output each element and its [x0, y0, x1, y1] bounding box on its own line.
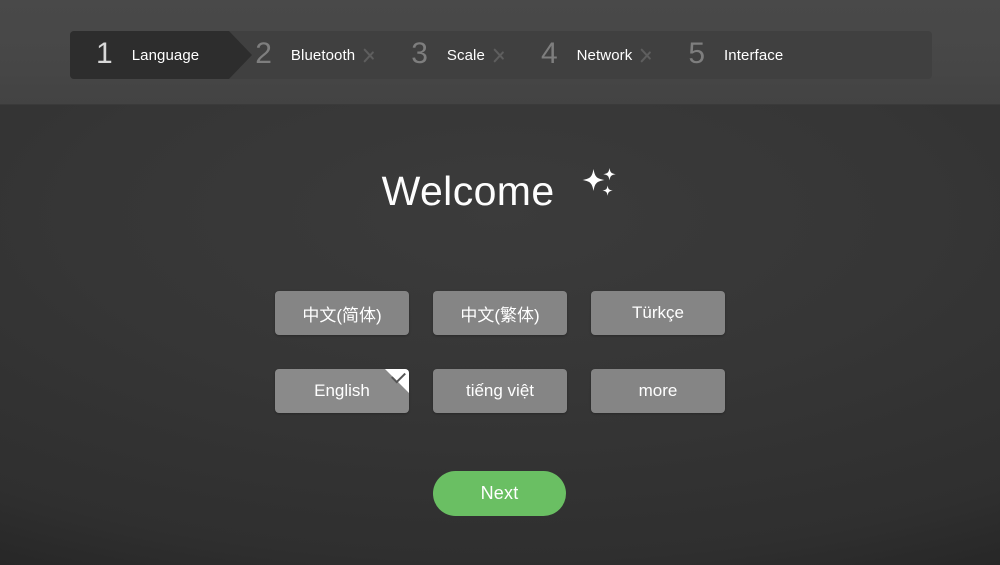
wizard-step-number: 2 [255, 37, 272, 70]
next-button[interactable]: Next [433, 471, 566, 516]
page-title-text: Welcome [381, 168, 555, 214]
language-button-label: tiếng việt [465, 381, 535, 400]
language-button-3[interactable]: Türkçe [591, 291, 725, 335]
language-button-5[interactable]: tiếng việt [433, 369, 567, 413]
wizard-step-language[interactable]: 1 Language [70, 31, 253, 79]
sparkles-icon [580, 165, 618, 212]
wizard-step-scale[interactable]: 3 Scale [385, 31, 515, 79]
wizard-step-network[interactable]: 4 Network [515, 31, 662, 79]
wizard-step-number: 4 [540, 37, 558, 70]
chevron-right-icon [363, 42, 377, 68]
selected-check-icon [385, 369, 409, 393]
setup-wizard-screen: 1 Language 2 Bluetooth 3 Scale 4 Network 5 Interf… [0, 0, 1000, 565]
language-button-label: 中文(繁体) [460, 305, 540, 325]
language-button-label: 中文(简体) [302, 305, 382, 325]
wizard-step-arrow [229, 31, 253, 79]
wizard-header: 1 Language 2 Bluetooth 3 Scale 4 Network 5 Interf… [0, 0, 1000, 105]
wizard-step-label: Interface [724, 46, 784, 64]
page-title: Welcome [0, 165, 1000, 218]
wizard-step-label: Scale [446, 46, 485, 64]
language-button-label: Türkçe [632, 303, 684, 322]
language-button-label: more [638, 381, 678, 400]
wizard-step-interface[interactable]: 5 Interface [662, 31, 813, 79]
language-button-6[interactable]: more [591, 369, 725, 413]
wizard-step-label: Network [576, 46, 633, 64]
language-button-label: English [314, 381, 370, 400]
chevron-right-icon [493, 42, 507, 68]
language-button-grid: 中文(简体) 中文(繁体) Türkçe English tiếng việt more [275, 291, 725, 413]
language-button-1[interactable]: 中文(简体) [275, 291, 409, 335]
wizard-step-number: 3 [411, 37, 428, 70]
chevron-right-icon [640, 42, 654, 68]
wizard-step-bar: 1 Language 2 Bluetooth 3 Scale 4 Network 5 Interf… [70, 31, 932, 79]
wizard-step-bluetooth[interactable]: 2 Bluetooth [229, 31, 385, 79]
wizard-step-number: 5 [688, 37, 706, 70]
wizard-step-label: Bluetooth [290, 46, 356, 64]
language-button-2[interactable]: 中文(繁体) [433, 291, 567, 335]
wizard-step-number: 1 [96, 37, 113, 70]
language-button-4[interactable]: English [275, 369, 409, 413]
wizard-step-label: Language [131, 46, 200, 64]
